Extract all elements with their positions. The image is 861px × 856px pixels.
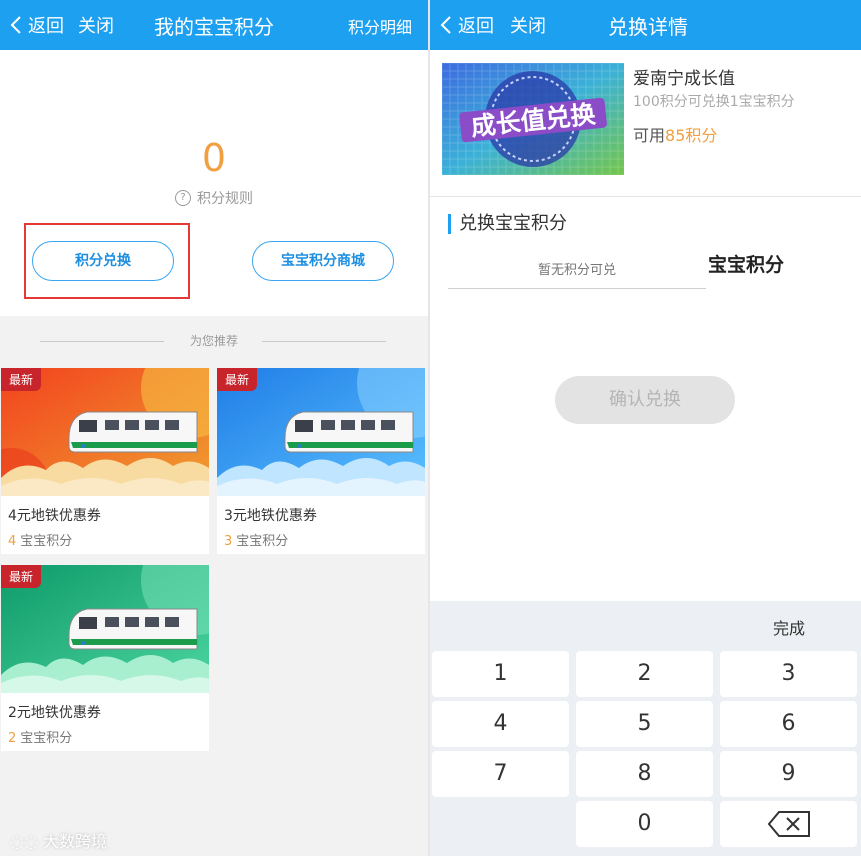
top-bar: 返回 关闭 我的宝宝积分 积分明细 — [0, 0, 428, 50]
recommend-header: 为您推荐 — [0, 330, 428, 350]
page-title: 我的宝宝积分 — [154, 15, 274, 39]
new-badge: 最新 — [217, 368, 258, 391]
watermark-logo-icon: ◌◌ — [10, 832, 44, 851]
points-screen: 返回 关闭 我的宝宝积分 积分明细 0 ? 积分规则 积分兑换 宝宝积分商城 为… — [0, 0, 428, 856]
coupon-price: 4 宝宝积分 — [8, 530, 72, 549]
key-7[interactable]: 7 — [432, 751, 569, 797]
product-info: 成长值兑换 爱南宁成长值 100积分可兑换1宝宝积分 可用85积分 — [430, 50, 861, 197]
available-prefix: 可用 — [633, 126, 666, 145]
points-mall-button[interactable]: 宝宝积分商城 — [252, 241, 394, 281]
numeric-keyboard: 完成 1 2 3 4 5 6 7 8 9 0 — [430, 601, 861, 856]
watermark: ◌◌ 大数跨境 — [10, 828, 107, 852]
key-0[interactable]: 0 — [576, 801, 713, 847]
new-badge: 最新 — [1, 368, 42, 391]
back-label: 返回 — [28, 16, 64, 37]
key-2[interactable]: 2 — [576, 651, 713, 697]
chevron-left-icon — [440, 16, 451, 34]
coupon-card[interactable]: 最新 2元地铁优惠券 2 宝宝积分 — [1, 565, 209, 751]
exchange-detail-screen: 返回 关闭 兑换详情 成长值兑换 爱南宁成长值 100积分可兑换1宝宝积分 可用… — [430, 0, 861, 856]
exchange-rate: 100积分可兑换1宝宝积分 — [633, 94, 795, 110]
back-button[interactable]: 返回 — [10, 12, 64, 38]
divider-line — [262, 341, 386, 342]
confirm-exchange-button[interactable]: 确认兑换 — [555, 376, 735, 424]
backspace-key[interactable] — [720, 801, 857, 847]
exchange-section-title: 兑换宝宝积分 — [448, 214, 567, 234]
help-icon: ? — [175, 190, 191, 206]
new-badge: 最新 — [1, 565, 42, 588]
coupon-card[interactable]: 最新 3元地铁优惠券 3 宝宝积分 — [217, 368, 425, 554]
chevron-left-icon — [10, 16, 21, 34]
product-image: 成长值兑换 — [442, 63, 624, 175]
points-rules-label: 积分规则 — [197, 191, 253, 207]
key-5[interactable]: 5 — [576, 701, 713, 747]
back-label: 返回 — [458, 16, 494, 37]
exchange-amount-input[interactable] — [448, 252, 706, 289]
coupon-card[interactable]: 最新 4元地铁优惠券 4 宝宝积分 — [1, 368, 209, 554]
points-detail-link[interactable]: 积分明细 — [348, 14, 412, 38]
backspace-icon — [767, 811, 810, 837]
coupon-name: 2元地铁优惠券 — [8, 705, 101, 721]
points-exchange-button[interactable]: 积分兑换 — [32, 241, 174, 281]
key-6[interactable]: 6 — [720, 701, 857, 747]
coupon-name: 4元地铁优惠券 — [8, 508, 101, 524]
coupon-price: 3 宝宝积分 — [224, 530, 288, 549]
key-4[interactable]: 4 — [432, 701, 569, 747]
keyboard-done-button[interactable]: 完成 — [773, 615, 805, 639]
key-1[interactable]: 1 — [432, 651, 569, 697]
coupon-price: 2 宝宝积分 — [8, 727, 72, 746]
coupon-name: 3元地铁优惠券 — [224, 508, 317, 524]
exchange-unit: 宝宝积分 — [708, 254, 785, 276]
coupon-price-unit: 宝宝积分 — [20, 731, 73, 746]
product-name: 爱南宁成长值 — [633, 69, 735, 89]
close-button[interactable]: 关闭 — [78, 12, 114, 38]
coupon-price-unit: 宝宝积分 — [20, 534, 73, 549]
key-9[interactable]: 9 — [720, 751, 857, 797]
key-8[interactable]: 8 — [576, 751, 713, 797]
page-title: 兑换详情 — [608, 15, 688, 39]
key-3[interactable]: 3 — [720, 651, 857, 697]
available-points: 可用85积分 — [633, 122, 717, 146]
coupon-price-value: 4 — [8, 534, 17, 549]
close-button[interactable]: 关闭 — [510, 12, 546, 38]
coupon-price-value: 2 — [8, 731, 17, 746]
top-bar: 返回 关闭 兑换详情 — [430, 0, 861, 50]
watermark-text: 大数跨境 — [43, 832, 108, 851]
back-button[interactable]: 返回 — [440, 12, 494, 38]
coupon-price-value: 3 — [224, 534, 233, 549]
points-value: 0 — [201, 136, 227, 180]
points-rules-link[interactable]: ? 积分规则 — [0, 188, 428, 208]
coupon-price-unit: 宝宝积分 — [236, 534, 289, 549]
available-value: 85积分 — [665, 126, 718, 145]
